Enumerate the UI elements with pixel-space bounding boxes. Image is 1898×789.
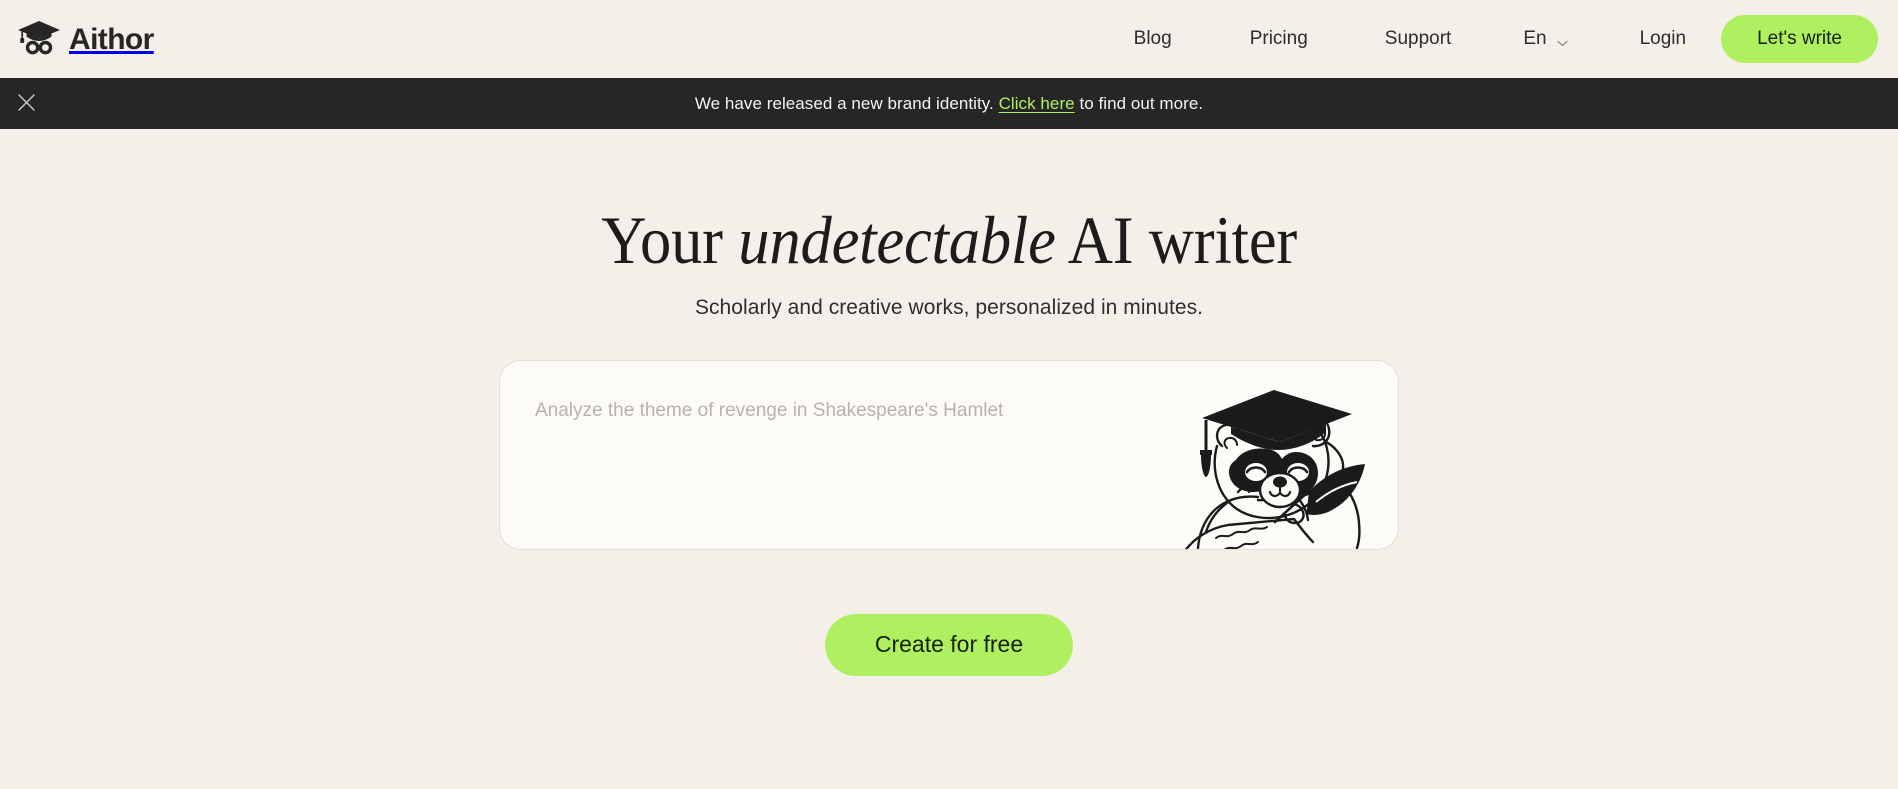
brand-name: Aithor bbox=[69, 23, 154, 56]
banner-link[interactable]: Click here bbox=[999, 94, 1075, 113]
banner-message: We have released a new brand identity. C… bbox=[695, 94, 1203, 114]
nav-item-support[interactable]: Support bbox=[1385, 20, 1452, 58]
page-title-emphasis: undetectable bbox=[738, 202, 1056, 278]
page-title-part2: AI writer bbox=[1055, 202, 1298, 278]
page-subtitle: Scholarly and creative works, personaliz… bbox=[694, 295, 1204, 319]
lets-write-button[interactable]: Let's write bbox=[1721, 15, 1878, 63]
site-header: Aithor Blog Pricing Support En Login Let… bbox=[0, 0, 1898, 78]
prompt-card[interactable] bbox=[499, 359, 1399, 550]
raccoon-graduate-writing-icon bbox=[1176, 380, 1386, 549]
prompt-input[interactable] bbox=[535, 396, 1195, 507]
banner-text-before: We have released a new brand identity. bbox=[694, 93, 999, 113]
language-selector[interactable]: En bbox=[1523, 20, 1568, 58]
nav-item-pricing[interactable]: Pricing bbox=[1250, 20, 1308, 58]
banner-text-after: to find out more. bbox=[1074, 93, 1204, 113]
close-icon bbox=[17, 93, 36, 115]
main-navigation: Blog Pricing Support En Login Let's writ… bbox=[1134, 15, 1878, 63]
chevron-down-icon bbox=[1556, 36, 1568, 47]
graduation-cap-infinity-icon bbox=[18, 19, 62, 60]
nav-item-blog[interactable]: Blog bbox=[1134, 20, 1172, 58]
announcement-banner: We have released a new brand identity. C… bbox=[0, 78, 1898, 129]
hero-section: Your undetectable AI writer Scholarly an… bbox=[0, 129, 1898, 676]
page-title: Your undetectable AI writer bbox=[601, 205, 1297, 276]
language-selector-label: En bbox=[1523, 28, 1547, 49]
page-title-part1: Your bbox=[601, 202, 739, 278]
login-link[interactable]: Login bbox=[1640, 20, 1687, 58]
brand-logo[interactable]: Aithor bbox=[18, 19, 154, 60]
create-for-free-button[interactable]: Create for free bbox=[824, 613, 1074, 676]
banner-close-button[interactable] bbox=[9, 87, 43, 121]
